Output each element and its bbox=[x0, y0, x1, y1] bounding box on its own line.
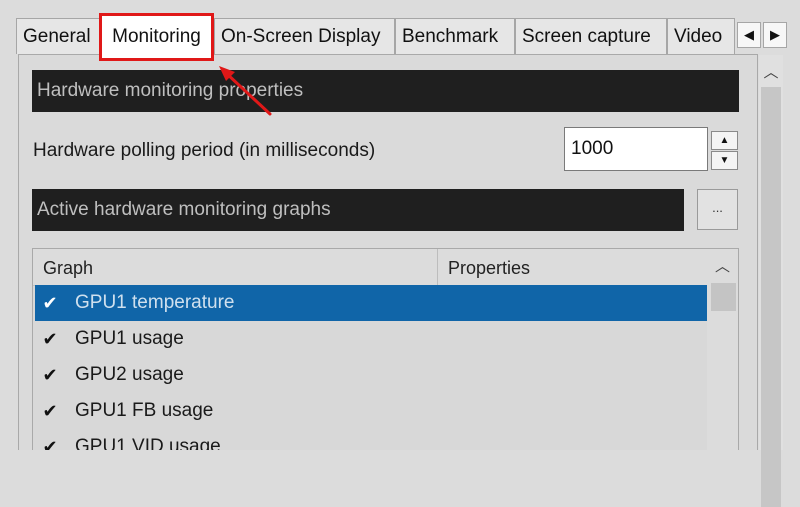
graph-name: GPU1 usage bbox=[75, 328, 184, 349]
tab-video[interactable]: Video bbox=[667, 18, 735, 54]
graph-name: GPU1 temperature bbox=[75, 292, 235, 313]
checkmark-icon[interactable]: ✔ bbox=[39, 321, 61, 357]
caret-right-icon: ▶ bbox=[770, 27, 780, 42]
tab-screen-capture[interactable]: Screen capture bbox=[515, 18, 667, 54]
column-header-graph[interactable]: Graph bbox=[33, 249, 437, 285]
hardware-monitoring-header: Hardware monitoring properties bbox=[32, 70, 739, 112]
graph-row[interactable]: ✔ GPU1 VID usage bbox=[35, 429, 707, 450]
graph-list[interactable]: Graph Properties ✔ GPU1 temperature ✔ GP… bbox=[32, 248, 739, 450]
tab-benchmark[interactable]: Benchmark bbox=[395, 18, 515, 54]
polling-period-input[interactable] bbox=[564, 127, 708, 171]
graph-name: GPU1 FB usage bbox=[75, 400, 214, 421]
graph-list-scrollbar-thumb[interactable] bbox=[711, 283, 736, 311]
panel-scrollbar-thumb[interactable] bbox=[761, 87, 781, 507]
tab-monitoring[interactable]: Monitoring bbox=[99, 13, 214, 61]
graph-name: GPU2 usage bbox=[75, 364, 184, 385]
triangle-down-icon: ▼ bbox=[719, 155, 730, 166]
checkmark-icon[interactable]: ✔ bbox=[39, 357, 61, 393]
tab-general[interactable]: General bbox=[16, 18, 100, 54]
graph-row[interactable]: ✔ GPU1 FB usage bbox=[35, 393, 707, 429]
graphs-more-button[interactable]: ... bbox=[697, 189, 738, 230]
polling-down-button[interactable]: ▼ bbox=[711, 151, 738, 170]
checkmark-icon[interactable]: ✔ bbox=[39, 429, 61, 450]
tab-scroll-right-button[interactable]: ▶ bbox=[763, 22, 787, 48]
graph-row[interactable]: ✔ GPU2 usage bbox=[35, 357, 707, 393]
tab-on-screen-display[interactable]: On-Screen Display bbox=[214, 18, 395, 54]
panel-scrollbar[interactable]: ︿ bbox=[759, 55, 783, 507]
graph-row[interactable]: ✔ GPU1 temperature bbox=[35, 285, 707, 321]
polling-period-label: Hardware polling period (in milliseconds… bbox=[33, 140, 376, 161]
triangle-up-icon: ▲ bbox=[719, 135, 730, 146]
column-header-properties[interactable]: Properties bbox=[438, 249, 706, 285]
chevron-up-icon[interactable]: ︿ bbox=[759, 61, 783, 81]
tab-scroll-left-button[interactable]: ◀ bbox=[737, 22, 761, 48]
caret-left-icon: ◀ bbox=[744, 27, 754, 42]
graph-row[interactable]: ✔ GPU1 usage bbox=[35, 321, 707, 357]
graph-list-header: Graph Properties bbox=[33, 249, 738, 286]
graph-list-scrollbar[interactable]: ︿ bbox=[707, 249, 738, 450]
checkmark-icon[interactable]: ✔ bbox=[39, 285, 61, 321]
graph-name: GPU1 VID usage bbox=[75, 436, 221, 450]
polling-up-button[interactable]: ▲ bbox=[711, 131, 738, 150]
checkmark-icon[interactable]: ✔ bbox=[39, 393, 61, 429]
active-graphs-header: Active hardware monitoring graphs bbox=[32, 189, 684, 231]
chevron-up-icon[interactable]: ︿ bbox=[707, 255, 738, 276]
